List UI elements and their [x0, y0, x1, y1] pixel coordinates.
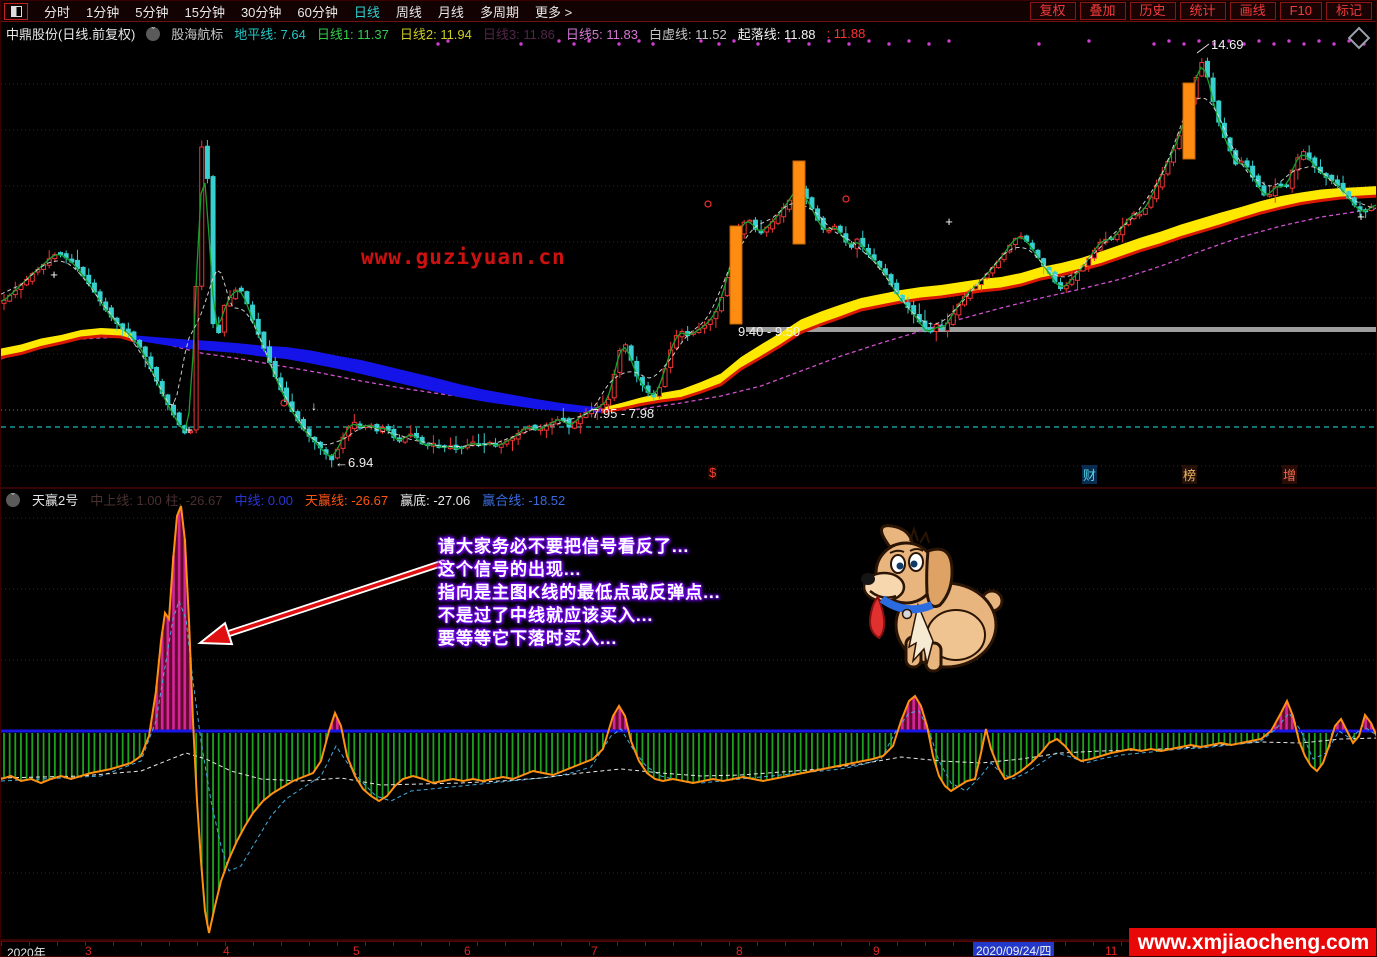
chevron-down-icon[interactable]: ˇ: [6, 493, 20, 507]
annotation-note: 请大家务必不要把信号看反了...这个信号的出现...指向是主图K线的最低点或反弹…: [438, 535, 720, 650]
axis-year-label: 2020年: [7, 944, 46, 957]
price-label: 9.40 - 9.50: [738, 324, 800, 339]
indicator-segment-5: 赢合线: -18.52: [482, 490, 565, 509]
stock-app-window: 分时1分钟5分钟15分钟30分钟60分钟日线周线月线多周期更多 > 复权叠加历史…: [0, 0, 1377, 957]
svg-text:+: +: [1357, 209, 1365, 224]
annotation-line-0: 请大家务必不要把信号看反了...: [438, 535, 720, 558]
indicator-segment-2: 中线: 0.00: [234, 490, 293, 509]
chart-canvas: + + + + ↓: [1, 1, 1377, 957]
chart-flag-财: 财: [1082, 465, 1097, 484]
svg-text:+: +: [50, 267, 58, 282]
dog-image: [854, 521, 1004, 678]
svg-text:+: +: [185, 422, 193, 437]
ad-banner[interactable]: www.xmjiaocheng.com: [1129, 928, 1377, 957]
axis-month-4: 4: [223, 944, 230, 957]
indicator-segment-1: 中上线: 1.00 柱: -26.67: [90, 490, 222, 509]
price-label: 14.69: [1211, 37, 1244, 52]
axis-month-11: 11: [1105, 944, 1117, 957]
annotation-line-1: 这个信号的出现...: [438, 558, 720, 581]
indicator-segment-4: 赢底: -27.06: [400, 490, 470, 509]
axis-month-3: 3: [85, 944, 92, 957]
axis-month-8: 8: [736, 944, 743, 957]
annotation-line-4: 要等等它下落时买入...: [438, 627, 720, 650]
axis-month-6: 6: [464, 944, 471, 957]
indicator-segment-3: 天赢线: -26.67: [305, 490, 388, 509]
svg-text:↓: ↓: [311, 399, 317, 413]
indicator-segment-0: 天赢2号: [32, 490, 78, 509]
chart-flag-$: $: [708, 465, 717, 480]
chart-flag-增: 增: [1282, 465, 1297, 484]
price-label: 7.95 - 7.98: [592, 406, 654, 421]
svg-text:+: +: [945, 214, 953, 229]
annotation-line-2: 指向是主图K线的最低点或反弹点...: [438, 581, 720, 604]
axis-month-7: 7: [591, 944, 598, 957]
indicator-header: ˇ 天赢2号中上线: 1.00 柱: -26.67 中线: 0.00 天赢线: -26…: [6, 490, 577, 509]
annotation-line-3: 不是过了中线就应该买入...: [438, 604, 720, 627]
price-label: ←6.94: [335, 455, 373, 470]
axis-month-5: 5: [353, 944, 360, 957]
chart-flag-榜: 榜: [1182, 465, 1197, 484]
axis-date-highlight[interactable]: 2020/09/24/四: [973, 942, 1054, 957]
axis-month-9: 9: [873, 944, 880, 957]
watermark: www.guziyuan.cn: [361, 245, 566, 269]
